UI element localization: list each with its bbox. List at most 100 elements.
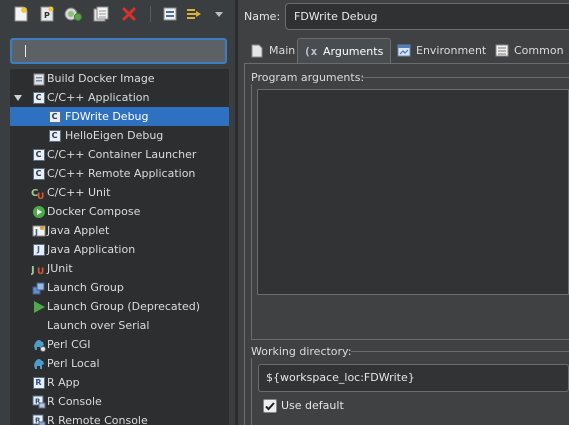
view-menu-icon[interactable] <box>210 5 228 23</box>
tree-item[interactable]: Docker Compose <box>10 202 229 221</box>
launch-config-tree[interactable]: Build Docker Image C C/C++ Application C FDW… <box>10 69 229 425</box>
tree-item-label: R App <box>47 376 80 389</box>
tree-item-label: C/C++ Unit <box>47 186 111 199</box>
svg-text:(x): (x) <box>304 45 318 58</box>
program-args-label: Program arguments: <box>251 71 365 84</box>
tree-item-label: R Console <box>47 395 102 408</box>
tree-item-label: C/C++ Application <box>47 91 150 104</box>
tree-item-label: Perl Local <box>47 357 100 370</box>
tree-item-label: HelloEigen Debug <box>65 129 164 142</box>
tab-main[interactable]: Main <box>244 38 301 63</box>
launch-group-deprecated-icon <box>31 299 46 314</box>
r-remote-console-icon: R <box>31 413 46 425</box>
docker-compose-icon <box>31 204 46 219</box>
junit-icon: JU <box>31 261 46 276</box>
use-default-checkbox[interactable] <box>263 399 277 413</box>
tab-common[interactable]: Common <box>489 38 569 63</box>
delete-icon[interactable] <box>120 5 138 23</box>
environment-tab-icon <box>397 44 411 58</box>
java-applet-icon: J <box>31 223 46 238</box>
tree-item-label: C/C++ Remote Application <box>47 167 196 180</box>
r-console-icon: R <box>31 394 46 409</box>
tree-item[interactable]: Perl CGI <box>10 335 229 354</box>
tree-item[interactable]: Launch over Serial <box>10 316 229 335</box>
tab-main-label: Main <box>269 44 296 57</box>
tree-item[interactable]: C U C/C++ Unit <box>10 183 229 202</box>
program-args-group-border <box>251 84 252 339</box>
tree-item[interactable]: J U JUnit <box>10 259 229 278</box>
checkmark-icon <box>265 402 275 411</box>
program-args-group-line <box>361 77 569 78</box>
tree-item[interactable]: RR Console <box>10 392 229 411</box>
c-app-icon: C <box>31 166 46 181</box>
text-caret <box>25 45 26 57</box>
program-args-textarea[interactable] <box>257 89 569 295</box>
expand-arrow-icon[interactable] <box>13 93 23 103</box>
tree-item-label: Perl CGI <box>47 338 91 351</box>
working-dir-field[interactable]: ${workspace_loc:FDWrite} <box>258 364 569 392</box>
tree-item-label: FDWrite Debug <box>65 110 149 123</box>
launch-group-icon <box>31 280 46 295</box>
tree-item[interactable]: C C/C++ Application <box>10 88 229 107</box>
tree-item-label: Docker Compose <box>47 205 141 218</box>
working-dir-group-line <box>351 351 569 352</box>
tab-environment[interactable]: Environment <box>391 38 492 63</box>
filter-field[interactable] <box>10 38 227 64</box>
r-app-icon: R <box>31 375 46 390</box>
main-tab-icon <box>250 44 264 58</box>
tab-arguments-label: Arguments <box>323 44 384 58</box>
name-field[interactable]: FDWrite Debug <box>285 3 569 30</box>
new-config-icon[interactable] <box>12 5 30 23</box>
tree-item[interactable]: RR App <box>10 373 229 392</box>
tree-item-label: Build Docker Image <box>47 72 155 85</box>
tree-item-label: C/C++ Container Launcher <box>47 148 197 161</box>
name-label: Name: <box>244 10 281 23</box>
c-app-icon: C <box>31 147 46 162</box>
tree-item-label: Launch Group (Deprecated) <box>47 300 201 313</box>
c-config-icon: C <box>47 109 62 124</box>
tree-item-label: Launch over Serial <box>47 319 150 332</box>
c-app-icon: C <box>31 90 46 105</box>
c-config-icon: C <box>47 128 62 143</box>
tree-item-label: Launch Group <box>47 281 124 294</box>
use-default-label: Use default <box>281 399 344 412</box>
new-prototype-icon[interactable] <box>64 5 82 23</box>
svg-text:P: P <box>44 11 50 20</box>
tree-item[interactable]: Perl Local <box>10 354 229 373</box>
filter-input[interactable] <box>12 40 225 62</box>
filter-icon[interactable] <box>186 5 204 23</box>
tab-arguments[interactable]: (x) Arguments <box>297 38 391 63</box>
tree-item-label: R Remote Console <box>47 414 148 425</box>
tree-item[interactable]: Build Docker Image <box>10 69 229 88</box>
config-tabs: Main (x) Arguments Environment Common <box>244 38 569 63</box>
tree-item[interactable]: J Java Applet <box>10 221 229 240</box>
tree-item[interactable]: C C/C++ Remote Application <box>10 164 229 183</box>
docker-build-icon <box>31 71 46 86</box>
tree-item-label: JUnit <box>47 262 73 275</box>
common-tab-icon <box>495 44 509 58</box>
tree-item[interactable]: C HelloEigen Debug <box>10 126 229 145</box>
tab-environment-label: Environment <box>416 44 487 57</box>
svg-text:J: J <box>34 228 38 237</box>
toolbar-separator <box>150 6 151 22</box>
tree-item[interactable]: Launch Group (Deprecated) <box>10 297 229 316</box>
tree-item[interactable]: J Java Application <box>10 240 229 259</box>
collapse-all-icon[interactable] <box>161 5 179 23</box>
tree-item[interactable]: C C/C++ Container Launcher <box>10 145 229 164</box>
program-args-group-bottom <box>251 339 569 340</box>
tree-item[interactable]: RR Remote Console <box>10 411 229 425</box>
perl-cgi-icon <box>31 337 46 352</box>
export-icon[interactable] <box>92 5 110 23</box>
config-toolbar: P <box>0 0 235 30</box>
launch-config-list-panel: P Build Docker Image C C/C++ Application C F… <box>0 0 235 425</box>
arguments-tab-icon: (x) <box>304 44 318 58</box>
tree-item[interactable]: C FDWrite Debug <box>10 107 229 126</box>
perl-local-icon <box>31 356 46 371</box>
tree-item-label: Java Application <box>47 243 136 256</box>
svg-text:U: U <box>37 267 44 276</box>
tree-item-label: Java Applet <box>47 224 110 237</box>
duplicate-config-icon[interactable]: P <box>38 5 56 23</box>
svg-text:U: U <box>37 192 44 200</box>
tree-item[interactable]: Launch Group <box>10 278 229 297</box>
working-dir-group-border <box>251 358 252 425</box>
